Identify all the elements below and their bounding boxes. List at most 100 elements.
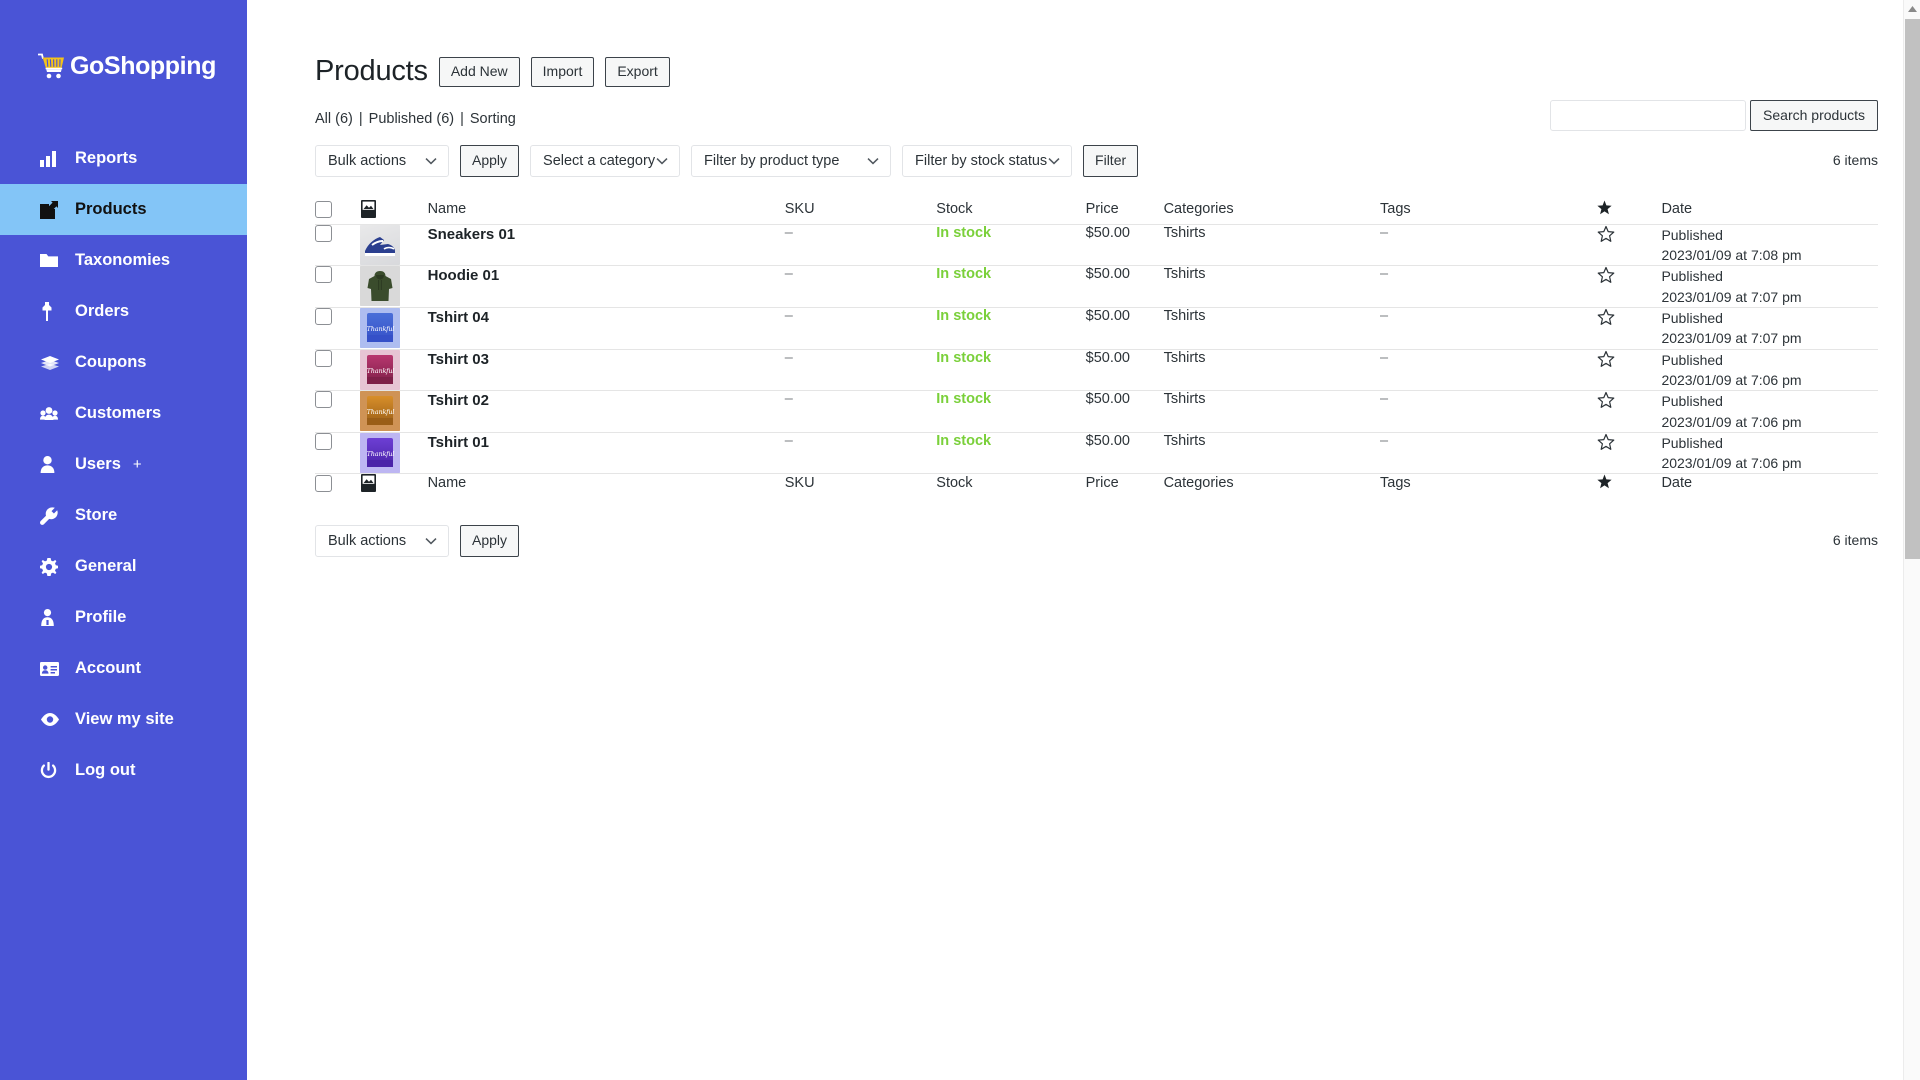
product-date-cell: Published 2023/01/09 at 7:06 pm bbox=[1661, 432, 1878, 475]
sidebar-item-profile[interactable]: Profile bbox=[0, 592, 247, 643]
category-filter-select[interactable]: Select a category bbox=[530, 145, 681, 177]
select-all-checkbox-footer[interactable] bbox=[315, 475, 332, 493]
row-checkbox[interactable] bbox=[315, 391, 332, 409]
product-categories-cell-value[interactable]: Tshirts bbox=[1164, 350, 1206, 366]
product-sku-cell-value: – bbox=[784, 308, 793, 325]
sidebar-item-view-my-site[interactable]: View my site bbox=[0, 694, 247, 745]
table-row[interactable]: Hoodie 01 – In stock $50.00 Tshirts – Publishe… bbox=[315, 265, 1878, 309]
product-thumbnail[interactable] bbox=[360, 266, 401, 307]
name-column-footer[interactable]: Name bbox=[427, 473, 785, 499]
categories-column-footer[interactable]: Categories bbox=[1163, 473, 1381, 499]
stock-status-filter-select[interactable]: Filter by stock status bbox=[902, 145, 1073, 177]
filter-button[interactable]: Filter bbox=[1083, 145, 1139, 177]
star-outline-icon[interactable] bbox=[1597, 308, 1615, 326]
view-link-sorting[interactable]: Sorting bbox=[470, 111, 516, 127]
star-outline-icon[interactable] bbox=[1597, 266, 1615, 284]
add-new-button[interactable]: Add New bbox=[438, 56, 520, 88]
row-checkbox[interactable] bbox=[315, 308, 332, 326]
sidebar-item-users[interactable]: Users + bbox=[0, 439, 247, 490]
date-column-header[interactable]: Date bbox=[1661, 200, 1878, 225]
sku-column-header[interactable]: SKU bbox=[784, 200, 937, 225]
sidebar-item-account[interactable]: Account bbox=[0, 643, 247, 694]
product-categories-cell-value[interactable]: Tshirts bbox=[1164, 225, 1206, 241]
table-row[interactable]: Sneakers 01 – In stock $50.00 Tshirts – Publis… bbox=[315, 224, 1878, 267]
price-column-header[interactable]: Price bbox=[1085, 200, 1164, 225]
product-thumbnail[interactable]: Thankful bbox=[360, 349, 401, 390]
sidebar-item-reports[interactable]: Reports bbox=[0, 133, 247, 184]
product-categories-cell-value[interactable]: Tshirts bbox=[1164, 308, 1206, 324]
categories-column-header[interactable]: Categories bbox=[1163, 200, 1381, 225]
star-outline-icon[interactable] bbox=[1597, 433, 1615, 451]
table-row[interactable]: Thankful Tshirt 04 – In stock $50.00 Tshirts –… bbox=[315, 307, 1878, 350]
stock-column-header[interactable]: Stock bbox=[936, 200, 1086, 225]
product-name-cell-value[interactable]: Tshirt 02 bbox=[428, 392, 489, 409]
view-link-published[interactable]: Published (6) bbox=[369, 111, 454, 127]
export-button[interactable]: Export bbox=[605, 56, 670, 88]
product-name-cell-value[interactable]: Hoodie 01 bbox=[428, 267, 500, 284]
row-checkbox[interactable] bbox=[315, 266, 332, 284]
chevron-down-icon bbox=[1048, 158, 1060, 165]
page-scrollbar[interactable] bbox=[1903, 0, 1920, 1080]
sidebar-item-orders[interactable]: Orders bbox=[0, 286, 247, 337]
product-sku-cell-value: – bbox=[784, 432, 793, 449]
stock-column-footer[interactable]: Stock bbox=[936, 473, 1086, 499]
row-checkbox[interactable] bbox=[315, 432, 332, 450]
row-checkbox[interactable] bbox=[315, 224, 332, 242]
product-name-cell-value[interactable]: Tshirt 01 bbox=[428, 434, 489, 451]
tags-column-header[interactable]: Tags bbox=[1380, 200, 1597, 225]
import-button[interactable]: Import bbox=[530, 56, 595, 88]
product-date-value: 2023/01/09 at 7:07 pm bbox=[1661, 330, 1802, 347]
table-row[interactable]: Thankful Tshirt 01 – In stock $50.00 Tshirts –… bbox=[315, 432, 1878, 475]
product-thumbnail-cell: Thankful bbox=[360, 390, 428, 433]
star-outline-icon[interactable] bbox=[1597, 391, 1615, 409]
star-outline-icon[interactable] bbox=[1597, 350, 1615, 368]
table-row[interactable]: Thankful Tshirt 03 – In stock $50.00 Tshirts –… bbox=[315, 349, 1878, 392]
product-thumbnail[interactable] bbox=[360, 224, 401, 265]
sku-column-footer[interactable]: SKU bbox=[784, 473, 937, 499]
product-categories-cell-value[interactable]: Tshirts bbox=[1164, 266, 1206, 282]
table-row[interactable]: Thankful Tshirt 02 – In stock $50.00 Tshirts –… bbox=[315, 390, 1878, 433]
product-thumbnail[interactable]: Thankful bbox=[360, 391, 401, 432]
sidebar-item-store[interactable]: Store bbox=[0, 490, 247, 541]
search-input[interactable] bbox=[1550, 100, 1747, 131]
product-name-cell-value[interactable]: Sneakers 01 bbox=[428, 226, 516, 243]
product-date: Published 2023/01/09 at 7:07 pm bbox=[1661, 308, 1878, 349]
view-separator: | bbox=[460, 111, 464, 127]
search-products-button[interactable]: Search products bbox=[1750, 100, 1878, 131]
product-thumbnail[interactable]: Thankful bbox=[360, 432, 401, 473]
select-all-checkbox[interactable] bbox=[315, 201, 332, 218]
product-categories-cell-value[interactable]: Tshirts bbox=[1164, 433, 1206, 449]
tags-column-footer[interactable]: Tags bbox=[1380, 473, 1597, 499]
product-tags-cell-value: – bbox=[1380, 432, 1389, 449]
sidebar-item-general[interactable]: General bbox=[0, 541, 247, 592]
add-user-button[interactable]: + bbox=[133, 456, 142, 473]
product-date-cell: Published 2023/01/09 at 7:06 pm bbox=[1661, 349, 1878, 392]
product-name-cell-value[interactable]: Tshirt 04 bbox=[428, 309, 489, 326]
product-thumbnail[interactable]: Thankful bbox=[360, 308, 401, 349]
sidebar-item-label: Store bbox=[75, 506, 118, 524]
price-column-footer[interactable]: Price bbox=[1085, 473, 1164, 499]
sidebar-item-label: Coupons bbox=[75, 353, 147, 371]
sidebar-item-label: Orders bbox=[75, 302, 130, 320]
date-column-footer[interactable]: Date bbox=[1661, 473, 1878, 499]
bulk-actions-select-bottom[interactable]: Bulk actions bbox=[315, 525, 449, 558]
product-categories-cell-value[interactable]: Tshirts bbox=[1164, 391, 1206, 407]
sidebar-item-coupons[interactable]: Coupons bbox=[0, 337, 247, 388]
sidebar-item-products[interactable]: Products bbox=[0, 184, 247, 235]
sidebar-item-log-out[interactable]: Log out bbox=[0, 745, 247, 796]
product-date-cell: Published 2023/01/09 at 7:08 pm bbox=[1661, 224, 1878, 267]
brand-logo[interactable]: GoShopping bbox=[0, 0, 247, 96]
view-link-all[interactable]: All (6) bbox=[315, 111, 353, 127]
scrollbar-thumb[interactable] bbox=[1905, 19, 1920, 559]
apply-button-top[interactable]: Apply bbox=[460, 145, 520, 177]
apply-button-bottom[interactable]: Apply bbox=[460, 525, 520, 558]
name-column-header[interactable]: Name bbox=[427, 200, 785, 225]
product-tags-cell-value: – bbox=[1380, 224, 1389, 241]
sidebar-item-customers[interactable]: Customers bbox=[0, 388, 247, 439]
star-outline-icon[interactable] bbox=[1597, 225, 1615, 243]
row-checkbox[interactable] bbox=[315, 349, 332, 367]
product-name-cell-value[interactable]: Tshirt 03 bbox=[428, 351, 489, 368]
sidebar-item-taxonomies[interactable]: Taxonomies bbox=[0, 235, 247, 286]
product-type-filter-select[interactable]: Filter by product type bbox=[691, 145, 892, 177]
bulk-actions-select-top[interactable]: Bulk actions bbox=[315, 145, 449, 177]
